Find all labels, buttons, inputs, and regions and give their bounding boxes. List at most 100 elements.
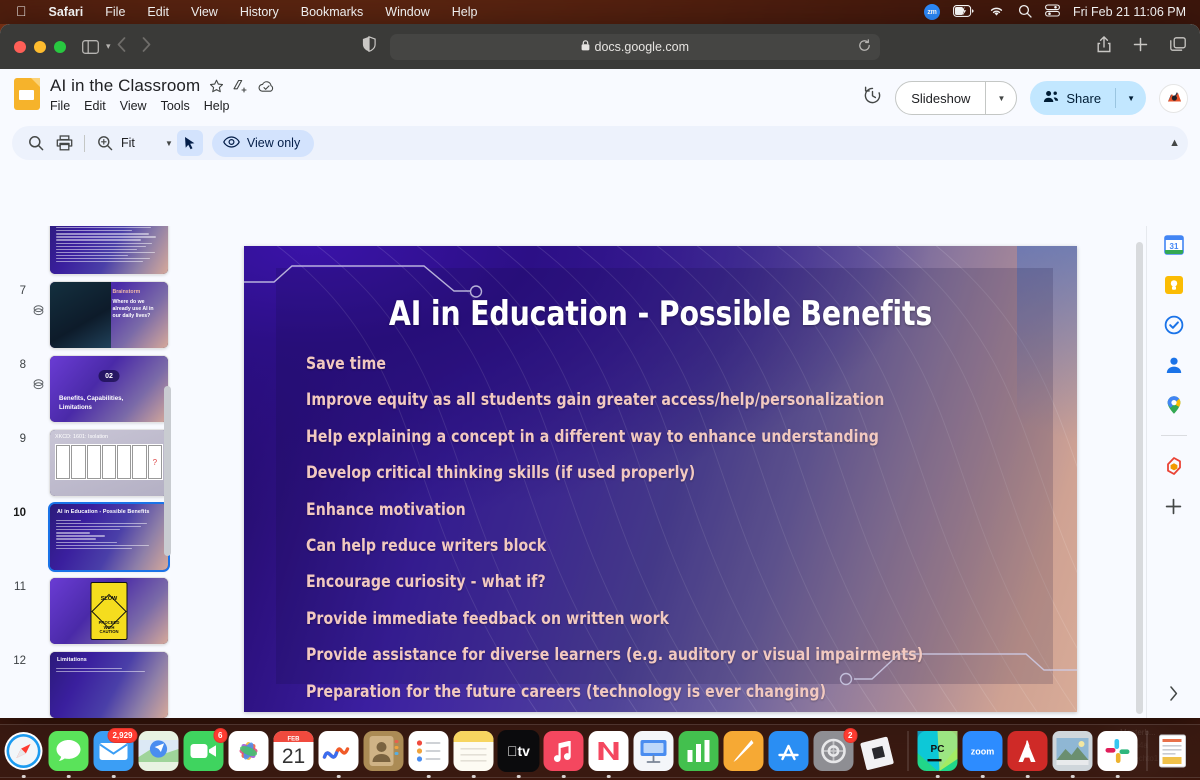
dock-app-maps[interactable] <box>138 730 180 772</box>
close-window-button[interactable] <box>14 40 26 53</box>
share-dropdown-chevron-icon[interactable]: ▼ <box>1116 94 1146 103</box>
zoom-icon[interactable] <box>91 129 119 157</box>
slide-thumbnail[interactable]: Brainstorm Where do we already use AI in… <box>50 282 168 348</box>
move-to-folder-icon[interactable] <box>233 79 249 94</box>
view-only-badge[interactable]: View only <box>211 129 315 157</box>
battery-icon[interactable] <box>953 4 975 20</box>
filmstrip-slide-6[interactable]: 6 Brief History of AI <box>0 226 175 278</box>
menu-item-view[interactable]: View <box>180 5 229 19</box>
forward-button[interactable] <box>142 36 151 57</box>
slide-filmstrip-panel[interactable]: 6 Brief History of AI <box>0 226 175 718</box>
dock-app-adobe-acrobat[interactable] <box>1007 730 1049 778</box>
maximize-window-button[interactable] <box>54 40 66 53</box>
user-avatar[interactable] <box>1159 83 1188 113</box>
dock-app-keynote[interactable] <box>633 730 675 772</box>
current-slide[interactable]: AI in Education - Possible Benefits Save… <box>244 246 1077 712</box>
menu-bar-clock[interactable]: Fri Feb 21 11:06 PM <box>1073 5 1186 19</box>
dock-app-freeform[interactable] <box>318 730 360 778</box>
slide-thumbnail[interactable]: SLOW PROCEED WITH CAUTION <box>50 578 168 644</box>
star-icon[interactable] <box>209 79 224 94</box>
slide-thumbnail[interactable]: Brief History of AI <box>50 226 168 274</box>
dock-app-notes[interactable] <box>453 730 495 778</box>
slides-menu-tools[interactable]: Tools <box>161 99 190 113</box>
back-button[interactable] <box>117 36 126 57</box>
dock-app-app-store[interactable] <box>768 730 810 772</box>
zoom-chevron-down-icon[interactable]: ▼ <box>165 139 177 148</box>
menu-item-file[interactable]: File <box>94 5 136 19</box>
dock-app-zoom[interactable]: zoom <box>962 730 1004 778</box>
dock-app-system-settings[interactable]: 2 <box>813 728 858 772</box>
url-address-bar[interactable]: docs.google.com <box>389 33 880 60</box>
privacy-shield-icon[interactable] <box>362 35 376 57</box>
dock-app-numbers[interactable] <box>678 730 720 772</box>
dock-app-preview[interactable] <box>1052 730 1094 778</box>
slideshow-dropdown-chevron-icon[interactable]: ▼ <box>986 94 1016 103</box>
calendar-icon[interactable]: 31 <box>1163 234 1185 256</box>
slide-thumbnail[interactable]: XKCD: 1601: Isolation ? <box>50 430 168 496</box>
macos-dock[interactable]: 2,929 6 FEB21  <box>0 724 1200 778</box>
minimize-window-button[interactable] <box>34 40 46 53</box>
add-ons-add-icon[interactable] <box>1163 495 1185 517</box>
share-icon[interactable] <box>1097 35 1111 58</box>
filmstrip-slide-12[interactable]: 12 Limitations <box>0 648 175 718</box>
slide-thumbnail[interactable]: 02 Benefits, Capabilities, Limitations <box>50 356 168 422</box>
slideshow-button[interactable]: Slideshow ▼ <box>895 81 1018 115</box>
keep-icon[interactable] <box>1163 274 1185 296</box>
share-button[interactable]: Share ▼ <box>1030 81 1146 115</box>
print-icon[interactable] <box>50 129 78 157</box>
slide-thumbnail[interactable]: AI in Education - Possible Benefits <box>50 504 168 570</box>
dock-app-facetime[interactable]: 6 <box>183 728 228 772</box>
google-slides-logo-icon[interactable] <box>14 78 40 110</box>
wifi-icon[interactable] <box>988 5 1005 20</box>
slides-menu-help[interactable]: Help <box>204 99 230 113</box>
slide-thumbnail[interactable]: Limitations <box>50 652 168 718</box>
dock-app-reminders[interactable] <box>408 730 450 778</box>
dock-app-pages[interactable] <box>723 730 765 772</box>
dock-app-music[interactable] <box>543 730 585 778</box>
dock-stack-documents[interactable] <box>1156 730 1198 772</box>
tab-overview-icon[interactable] <box>1170 36 1186 57</box>
select-tool-cursor-icon[interactable] <box>176 130 203 156</box>
menu-item-window[interactable]: Window <box>374 5 440 19</box>
dock-app-safari[interactable] <box>3 730 45 778</box>
spotlight-search-icon[interactable] <box>1018 4 1032 21</box>
slides-menu-edit[interactable]: Edit <box>84 99 106 113</box>
menu-item-edit[interactable]: Edit <box>136 5 180 19</box>
dock-app-news[interactable] <box>588 730 630 778</box>
dock-app-contacts[interactable] <box>363 730 405 772</box>
dock-app-photos[interactable] <box>228 730 270 772</box>
filmstrip-slide-8[interactable]: 8 02 Benefits, Capabilities, Limitations <box>0 352 175 426</box>
sidebar-toggle-icon[interactable] <box>82 39 99 54</box>
control-center-icon[interactable] <box>1045 4 1060 20</box>
navigation-arrows[interactable] <box>117 36 151 57</box>
marketplace-icon[interactable] <box>1163 455 1185 477</box>
menu-item-help[interactable]: Help <box>441 5 489 19</box>
zoom-menu-icon[interactable]: zm <box>923 4 940 20</box>
search-icon[interactable] <box>22 129 50 157</box>
dock-app-apple-tv[interactable]: tv <box>497 730 540 778</box>
dock-app-messages[interactable] <box>48 730 90 778</box>
dock-app-slack[interactable] <box>1097 730 1139 778</box>
tasks-icon[interactable] <box>1163 314 1185 336</box>
new-tab-icon[interactable] <box>1133 37 1148 57</box>
contacts-icon[interactable] <box>1163 354 1185 376</box>
version-history-icon[interactable] <box>863 86 882 110</box>
sidebar-chevron-down-icon[interactable]: ▾ <box>106 41 111 52</box>
cloud-saved-icon[interactable] <box>258 80 275 93</box>
apple-logo-icon[interactable]:  <box>10 3 38 21</box>
menu-item-safari[interactable]: Safari <box>38 5 95 19</box>
zoom-level-select[interactable]: Fit ▼ <box>119 136 177 150</box>
dock-app-mail[interactable]: 2,929 <box>93 728 138 778</box>
slides-menu-view[interactable]: View <box>120 99 147 113</box>
filmstrip-slide-10[interactable]: 10 AI in Education - Possible Benefits <box>0 500 175 574</box>
slides-menu-file[interactable]: File <box>50 99 70 113</box>
filmstrip-slide-9[interactable]: 9 XKCD: 1601: Isolation ? <box>0 426 175 500</box>
filmstrip-scrollbar[interactable] <box>164 386 171 556</box>
filmstrip-slide-7[interactable]: 7 Brainstorm Where do we already use AI … <box>0 278 175 352</box>
window-traffic-lights[interactable] <box>14 40 66 53</box>
collapse-toolbar-chevron-up-icon[interactable]: ▲ <box>1169 137 1180 149</box>
menu-item-bookmarks[interactable]: Bookmarks <box>290 5 375 19</box>
filmstrip-slide-11[interactable]: 11 SLOW PROCEED WITH CAUTION <box>0 574 175 648</box>
dock-app-calendar[interactable]: FEB 21 <box>273 730 315 772</box>
canvas-scrollbar[interactable] <box>1136 242 1143 714</box>
